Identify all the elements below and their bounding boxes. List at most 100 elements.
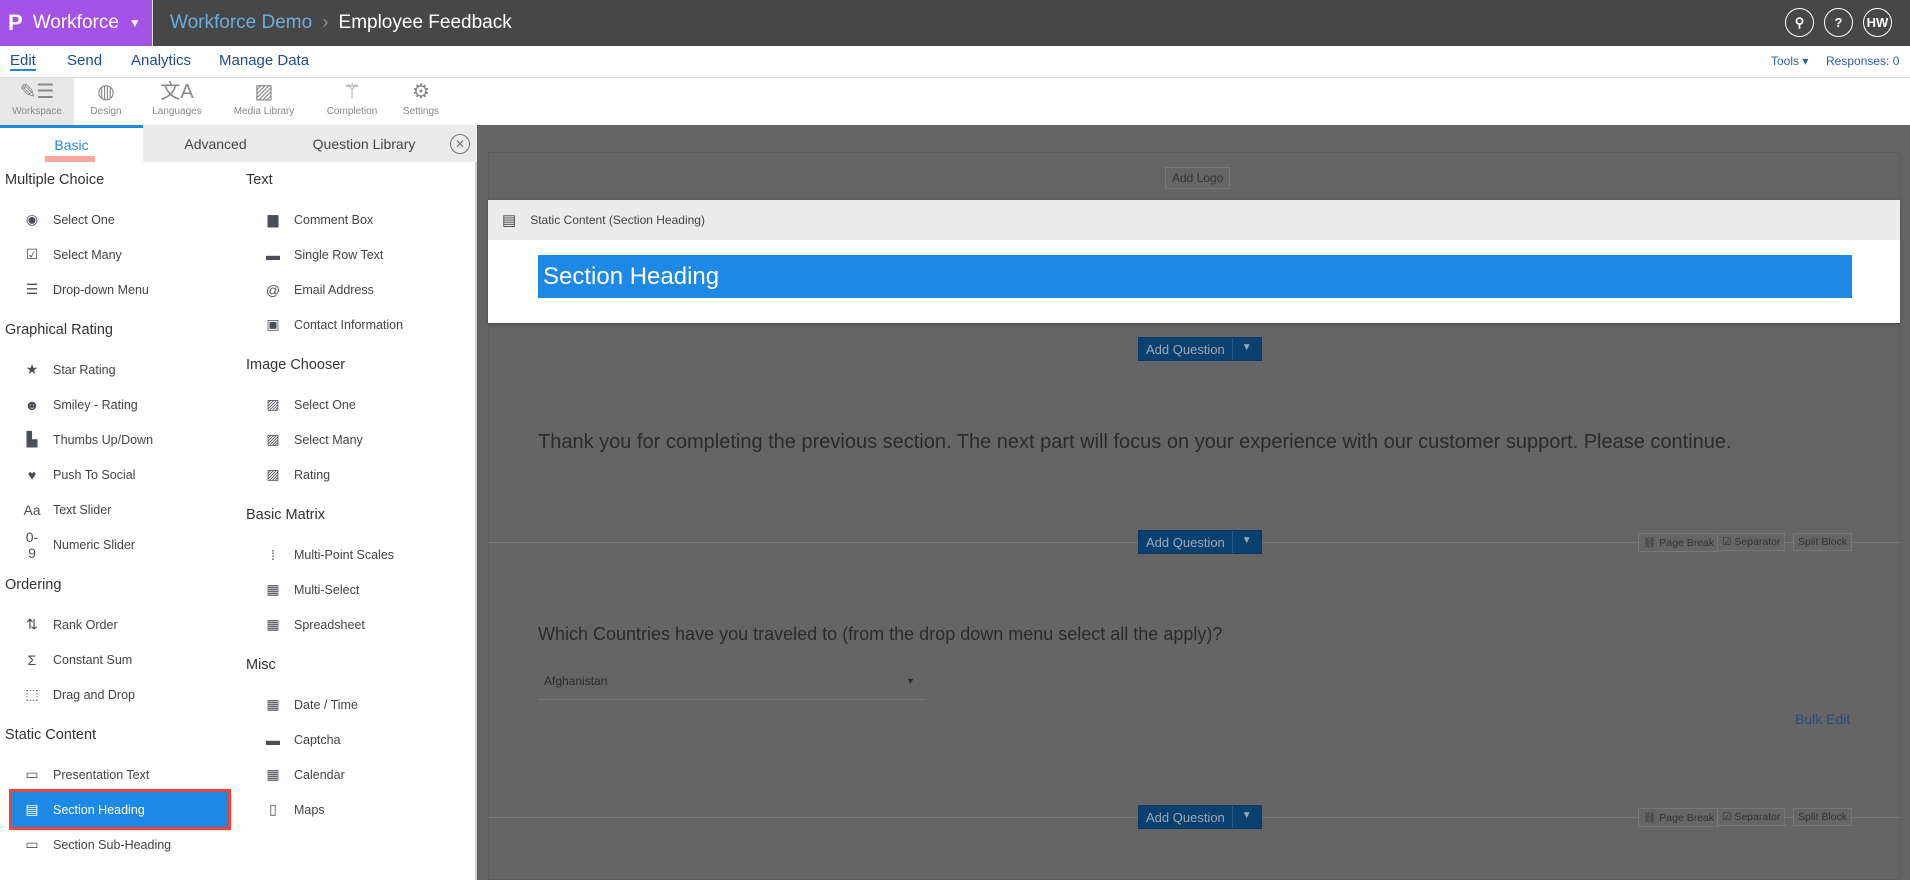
presentation-text[interactable]: Thank you for completing the previous se… <box>538 431 1732 454</box>
palette-item-label: Select Many <box>294 432 363 447</box>
bulk-edit-link[interactable]: Bulk Edit <box>1795 711 1850 727</box>
palette-item-date-time[interactable]: ▦ Date / Time <box>246 687 476 722</box>
responses-count[interactable]: Responses: 0 <box>1826 54 1899 68</box>
palette-item-select-many[interactable]: ▨ Select Many <box>246 422 476 457</box>
palette-item-calendar[interactable]: ▦ Calendar <box>246 757 476 792</box>
close-icon[interactable]: ✕ <box>450 134 470 154</box>
page-break-button[interactable]: ⛓ Page Break <box>1638 808 1720 827</box>
palette-item-spreadsheet[interactable]: ▦ Spreadsheet <box>246 607 476 642</box>
palette-item-section-sub-heading[interactable]: ▭ Section Sub-Heading <box>5 827 235 862</box>
tool-label: Completion <box>326 106 378 117</box>
palette-item-label: Presentation Text <box>53 767 150 782</box>
breadcrumb-parent[interactable]: Workforce Demo <box>170 12 312 34</box>
palette-item-thumbs-up-down[interactable]: ▙ Thumbs Up/Down <box>5 422 235 457</box>
nav-send[interactable]: Send <box>67 52 102 69</box>
add-question-button[interactable]: Add Question ▼ <box>1138 530 1262 554</box>
palette-item-section-heading[interactable]: ▤ Section Heading <box>9 789 231 830</box>
palette-group-title: Graphical Rating <box>5 322 113 338</box>
palette-group-ordering: Ordering ⇅ Rank Order Σ Constant Sum ⬚ Drag an… <box>5 575 235 712</box>
palette-item-label: Date / Time <box>294 697 358 712</box>
palette-item-select-one[interactable]: ◉ Select One <box>5 202 235 237</box>
drag-and-drop-icon: ⬚ <box>25 686 39 702</box>
palette-item-select-one[interactable]: ▨ Select One <box>246 387 476 422</box>
tab-advanced[interactable]: Advanced <box>143 125 288 162</box>
search-icon[interactable]: ⚲ <box>1785 8 1814 37</box>
tool-media-library[interactable]: ▨ Media Library <box>228 78 300 125</box>
user-avatar[interactable]: HW <box>1863 8 1892 37</box>
section-heading-icon: ▤ <box>502 212 517 229</box>
tool-languages[interactable]: 文A Languages <box>145 78 209 125</box>
product-switcher[interactable]: P Workforce ▼ <box>0 0 153 46</box>
palette-item-label: Single Row Text <box>294 247 384 262</box>
palette-item-multi-select[interactable]: ▦ Multi-Select <box>246 572 476 607</box>
add-logo-button[interactable]: Add Logo <box>1165 167 1231 189</box>
maps-icon: ▯ <box>269 801 277 817</box>
drop-down-menu-icon: ☰ <box>25 281 39 297</box>
separator-button[interactable]: ☑ Separator <box>1717 533 1786 551</box>
tab-basic[interactable]: Basic <box>0 125 143 162</box>
palette-item-label: Contact Information <box>294 317 404 332</box>
split-block-button[interactable]: Split Block <box>1793 808 1853 826</box>
palette-item-drop-down-menu[interactable]: ☰ Drop-down Menu <box>5 272 235 307</box>
add-question-button[interactable]: Add Question ▼ <box>1138 805 1262 829</box>
palette-item-label: Constant Sum <box>53 652 133 667</box>
caret-down-icon[interactable]: ▼ <box>1231 338 1261 360</box>
tool-workspace[interactable]: ✎☰ Workspace <box>0 78 74 125</box>
palette-item-presentation-text[interactable]: ▭ Presentation Text <box>5 757 235 792</box>
thumbs-up-down-icon: ▙ <box>26 431 38 447</box>
palette-item-maps[interactable]: ▯ Maps <box>246 792 476 827</box>
tab-question-library[interactable]: Question Library <box>288 125 440 162</box>
palette-item-rank-order[interactable]: ⇅ Rank Order <box>5 607 235 642</box>
page-break-button[interactable]: ⛓ Page Break <box>1638 533 1720 552</box>
palette-item-star-rating[interactable]: ★ Star Rating <box>5 352 235 387</box>
section-heading-text[interactable]: Section Heading <box>538 255 1852 298</box>
palette-group-title: Basic Matrix <box>246 507 325 523</box>
palette-item-label: Star Rating <box>53 362 116 377</box>
rating-icon: ▨ <box>266 466 280 482</box>
palette-item-numeric-slider[interactable]: 0-9 Numeric Slider <box>5 527 235 562</box>
palette-item-rating[interactable]: ▨ Rating <box>246 457 476 492</box>
country-dropdown[interactable]: Afghanistan ▼ <box>538 666 925 700</box>
split-block-button[interactable]: Split Block <box>1793 533 1853 551</box>
tool-design[interactable]: ◍ Design <box>82 78 130 125</box>
nav-analytics[interactable]: Analytics <box>131 52 191 69</box>
constant-sum-icon: Σ <box>27 651 37 668</box>
palette-item-contact-information[interactable]: ▣ Contact Information <box>246 307 476 342</box>
single-row-text-icon: ▬ <box>266 246 280 263</box>
palette-item-select-many[interactable]: ☑ Select Many <box>5 237 235 272</box>
tools-menu[interactable]: Tools ▾ <box>1771 54 1808 68</box>
tool-settings[interactable]: ⚙ Settings <box>398 78 444 125</box>
question-text[interactable]: Which Countries have you traveled to (fr… <box>538 624 1222 645</box>
palette-item-email-address[interactable]: @ Email Address <box>246 272 476 307</box>
tool-label: Design <box>90 106 122 117</box>
caret-down-icon[interactable]: ▼ <box>1231 806 1261 828</box>
separator-button[interactable]: ☑ Separator <box>1717 808 1786 826</box>
push-to-social-icon: ♥ <box>27 466 37 483</box>
palette-item-label: Numeric Slider <box>53 537 135 552</box>
section-heading-block[interactable]: ▤ Static Content (Section Heading) Sectio… <box>488 200 1900 323</box>
palette-item-captcha[interactable]: ▬ Captcha <box>246 722 476 757</box>
block-type-label: Static Content (Section Heading) <box>530 213 705 227</box>
translate-icon: 文A <box>160 81 194 103</box>
select-many-icon: ▨ <box>266 431 280 447</box>
nav-manage-data[interactable]: Manage Data <box>219 52 309 69</box>
palette-item-label: Captcha <box>294 732 341 747</box>
add-question-button[interactable]: Add Question ▼ <box>1138 337 1262 361</box>
nav-edit[interactable]: Edit <box>10 52 36 71</box>
palette-item-push-to-social[interactable]: ♥ Push To Social <box>5 457 235 492</box>
palette-item-label: Drop-down Menu <box>53 282 149 297</box>
page-break-label: Page Break <box>1659 812 1715 824</box>
palette-item-drag-and-drop[interactable]: ⬚ Drag and Drop <box>5 677 235 712</box>
tool-completion[interactable]: ⚚ Completion <box>320 78 384 125</box>
palette-item-text-slider[interactable]: Aa Text Slider <box>5 492 235 527</box>
palette-item-label: Maps <box>294 802 325 817</box>
palette-item-constant-sum[interactable]: Σ Constant Sum <box>5 642 235 677</box>
rank-order-icon: ⇅ <box>26 616 38 632</box>
palette-item-label: Thumbs Up/Down <box>53 432 154 447</box>
help-icon[interactable]: ? <box>1824 8 1853 37</box>
palette-item-smiley-rating[interactable]: ☻ Smiley - Rating <box>5 387 235 422</box>
palette-item-single-row-text[interactable]: ▬ Single Row Text <box>246 237 476 272</box>
palette-item-multi-point-scales[interactable]: ⁞ Multi-Point Scales <box>246 537 476 572</box>
caret-down-icon[interactable]: ▼ <box>1231 531 1261 553</box>
palette-item-comment-box[interactable]: ▆ Comment Box <box>246 202 476 237</box>
